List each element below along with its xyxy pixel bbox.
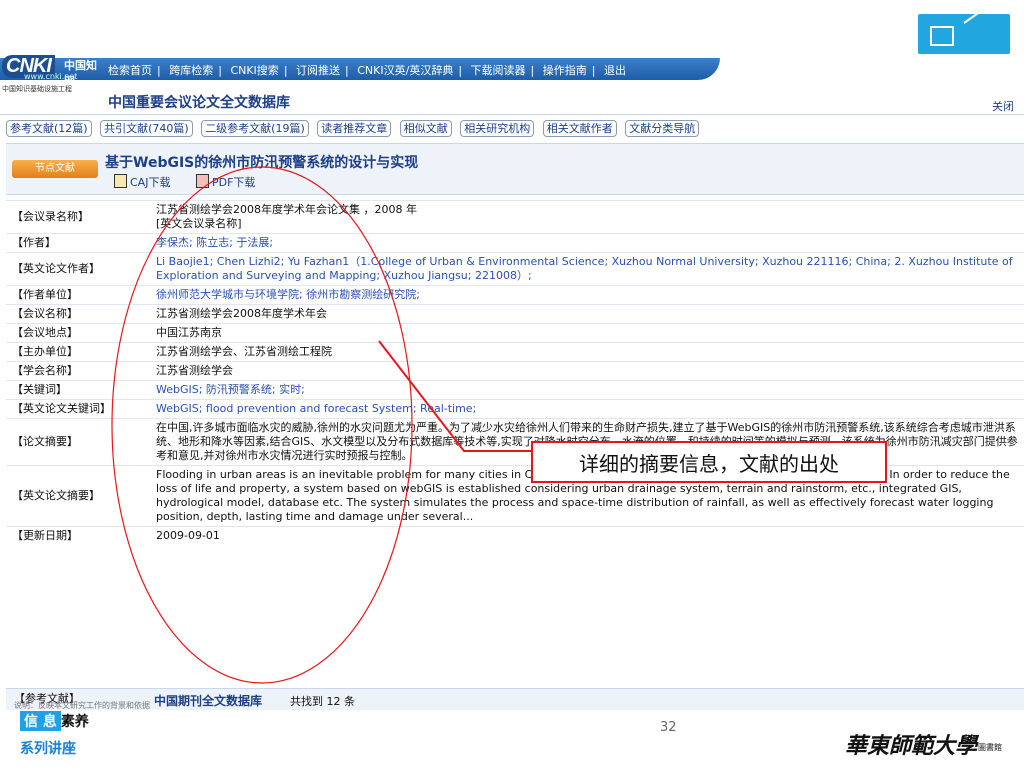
annotation-ellipse [111,166,413,684]
footer-lecture-series: 系列讲座 [20,741,76,757]
footer-literacy: 素养 [60,714,89,730]
annotation-pointer-line [378,340,531,452]
library-label: 圖書館 [978,743,1002,752]
annotation-overlay [111,166,531,684]
university-logo: 華東師範大學 [845,733,978,759]
footer-series-title: 信 息素养 [20,711,89,731]
annotation-callout: 详细的摘要信息，文献的出处 [531,441,887,483]
footer-info-badge: 信 息 [20,711,61,731]
page-number: 32 [660,720,677,735]
